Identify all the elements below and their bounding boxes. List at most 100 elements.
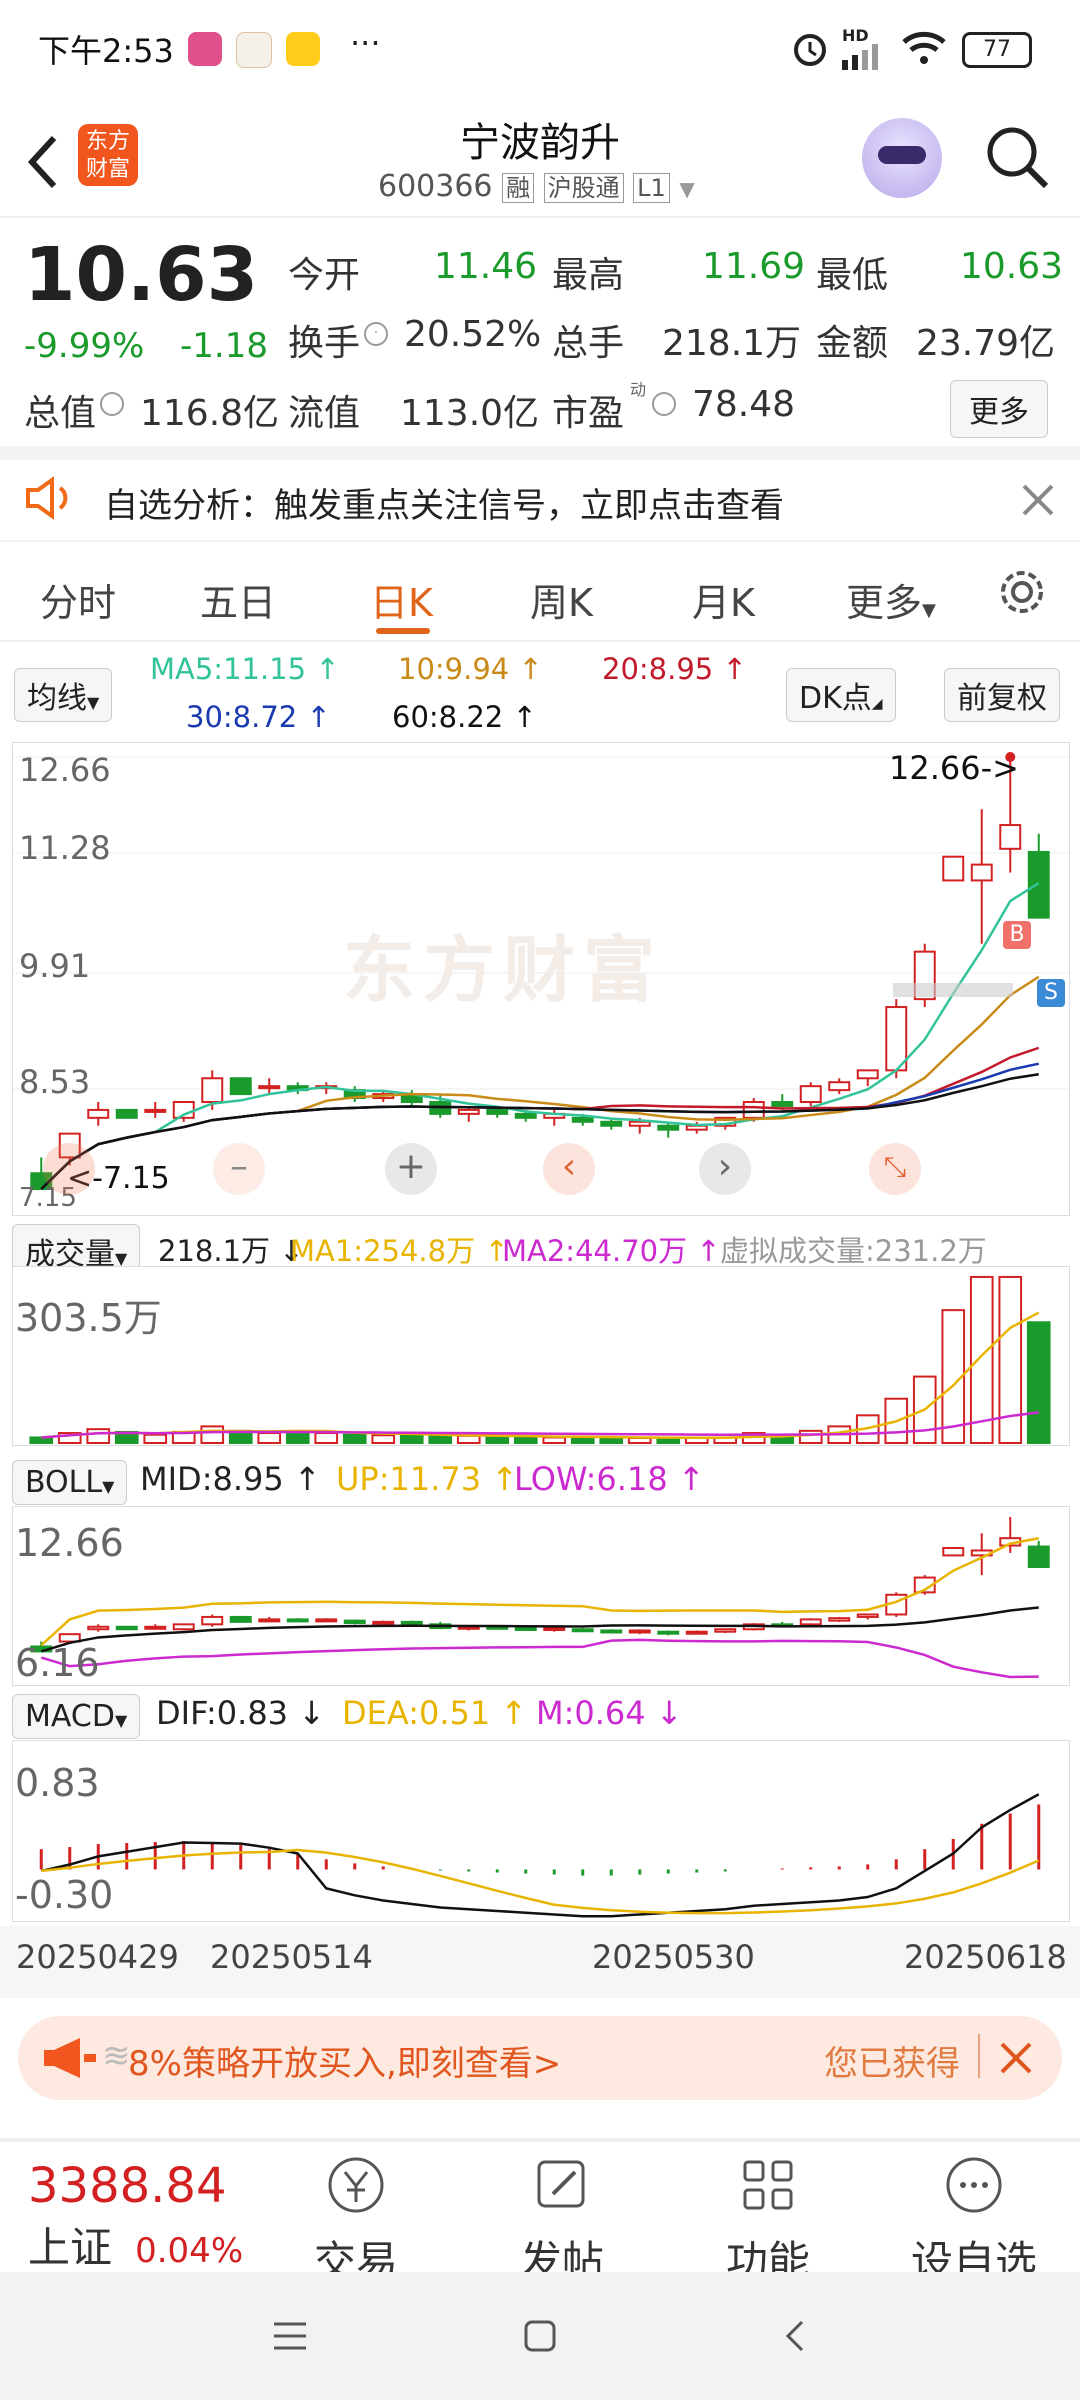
high-value: 11.69 [702, 246, 806, 287]
nav-add-watch[interactable]: 设自选 [894, 2152, 1054, 2289]
watermark: 东方财富 [343, 928, 664, 1012]
macd-selector[interactable]: MACD▼ [12, 1694, 141, 1739]
ma5-label: MA5:11.15 ↑ [150, 652, 340, 686]
tab-five-day[interactable]: 五日 [200, 572, 276, 627]
boll-selector[interactable]: BOLL▼ [12, 1460, 128, 1505]
candle [514, 1112, 537, 1119]
chevron-down-icon: ▼ [87, 693, 100, 712]
stock-meta[interactable]: 600366 融 沪股通 L1 ▼ [378, 168, 695, 204]
low-value: 10.63 [960, 246, 1064, 287]
date-axis: 20250429 20250514 20250530 20250618 [0, 1926, 1080, 1998]
close-icon[interactable] [998, 2040, 1034, 2076]
close-icon[interactable] [1020, 482, 1056, 518]
home-icon[interactable] [520, 2316, 560, 2356]
volume-bar [485, 1435, 510, 1445]
turnover-label: 换手 [288, 323, 361, 364]
zoom-out-button[interactable] [43, 1143, 95, 1195]
amount-value: 23.79亿 [916, 323, 1056, 364]
index-name: 上证 [28, 2223, 113, 2272]
edit-icon [537, 2160, 585, 2208]
ma-selector[interactable]: 均线▼ [14, 668, 113, 722]
candle [1027, 850, 1050, 919]
dk-point-button[interactable]: DK点◢ [786, 668, 896, 722]
corner-arrow-icon: ◢ [871, 696, 883, 712]
boll-svg [30, 1517, 1050, 1679]
macd-svg [39, 1793, 1041, 1918]
boll-candle [343, 1619, 366, 1625]
chevron-down-icon: ▼ [679, 177, 695, 201]
volume-bar [513, 1435, 538, 1445]
speaker-icon [26, 476, 68, 520]
info-icon[interactable]: · [364, 322, 388, 346]
chevron-left-icon[interactable]: ‹ [543, 1143, 595, 1195]
tab-more[interactable]: 更多▼ [846, 572, 936, 627]
buy-signal[interactable]: B [1003, 921, 1031, 949]
index-widget[interactable]: 3388.84 上证 0.04% [28, 2158, 243, 2275]
nav-features[interactable]: 功能 [688, 2152, 848, 2289]
menu-icon[interactable] [270, 2316, 310, 2356]
ma60-arrow: ↑ [512, 700, 537, 734]
info-icon[interactable] [652, 392, 676, 416]
minus-icon[interactable]: – [213, 1143, 265, 1195]
nav-post[interactable]: 发帖 [482, 2152, 642, 2289]
gear-icon[interactable] [996, 566, 1048, 618]
signal-icon [842, 44, 878, 70]
pe-value: 78.48 [692, 384, 796, 425]
boll-up: UP:11.73 ↑ [336, 1460, 518, 1498]
float-label: 流值 [288, 393, 361, 434]
boll-candle [685, 1630, 708, 1635]
header-divider [0, 216, 1080, 218]
volume-bar [86, 1428, 111, 1445]
tab-monthly-k[interactable]: 月K [692, 572, 755, 627]
macd-dea: DEA:0.51 ↑ [342, 1694, 527, 1732]
ticker-prefix: ≋ [102, 2036, 131, 2076]
boll-candle [372, 1620, 395, 1625]
assistant-avatar[interactable] [862, 118, 942, 198]
boll-chart[interactable]: 12.66 6.16 [12, 1506, 1070, 1686]
macd-chart[interactable]: 0.83 -0.30 [12, 1740, 1070, 1922]
candle [457, 1108, 480, 1115]
tab-weekly-k[interactable]: 周K [530, 572, 593, 627]
dk-label: DK点 [799, 681, 872, 716]
pe-superscript: 动 [630, 380, 647, 399]
tab-daily-k[interactable]: 日K [370, 572, 433, 627]
kline-chart[interactable]: 东方财富 12.66 11.28 9.91 8.53 7.15 12.66-> … [12, 742, 1070, 1216]
date-tick: 20250514 [210, 1938, 373, 1976]
more-quote-button[interactable]: 更多 [950, 380, 1048, 438]
candle [657, 1124, 680, 1131]
index-pct: 0.04% [135, 2231, 244, 2271]
back-nav-icon[interactable] [776, 2316, 816, 2356]
yen-icon [328, 2157, 384, 2213]
ma20-value: 20:8.95 [602, 652, 714, 686]
candle [828, 1081, 851, 1092]
adjust-button[interactable]: 前复权 [944, 668, 1060, 722]
promo-banner[interactable]: ≋ 8%策略开放买入,即刻查看> 您已获得 [18, 2016, 1062, 2100]
system-nav [0, 2272, 1080, 2400]
volume-chart[interactable]: 303.5万 [12, 1266, 1070, 1446]
macd-y-bottom: -0.30 [15, 1873, 114, 1917]
notice-bar[interactable]: 自选分析：触发重点关注信号，立即点击查看 [0, 460, 1080, 540]
chevron-right-icon[interactable]: › [699, 1143, 751, 1195]
boll-candle [799, 1618, 822, 1626]
volume-bar [456, 1434, 481, 1445]
info-icon[interactable] [100, 392, 124, 416]
boll-low-arrow: ↑ [677, 1460, 705, 1498]
nav-trade[interactable]: 交易 [276, 2152, 436, 2289]
ma5-arrow: ↑ [315, 652, 340, 686]
boll-candle [1027, 1545, 1050, 1568]
sell-signal[interactable]: S [1037, 979, 1065, 1007]
max-marker: 12.66-> [889, 749, 1019, 787]
candle [999, 824, 1022, 850]
tab-intraday[interactable]: 分时 [40, 572, 116, 627]
volume-bar [29, 1436, 54, 1445]
search-icon[interactable] [982, 122, 1052, 192]
plus-icon[interactable]: + [385, 1143, 437, 1195]
macd-dif-arrow: ↓ [298, 1694, 326, 1732]
boll-candle [942, 1547, 965, 1557]
expand-icon[interactable]: ⤡ [869, 1143, 921, 1195]
promo-reward: 您已获得 [824, 2044, 960, 2084]
boll-candle [144, 1625, 167, 1630]
battery-icon: 77 [962, 32, 1032, 68]
boll-candle [600, 1629, 623, 1634]
promo-separator [978, 2034, 980, 2078]
